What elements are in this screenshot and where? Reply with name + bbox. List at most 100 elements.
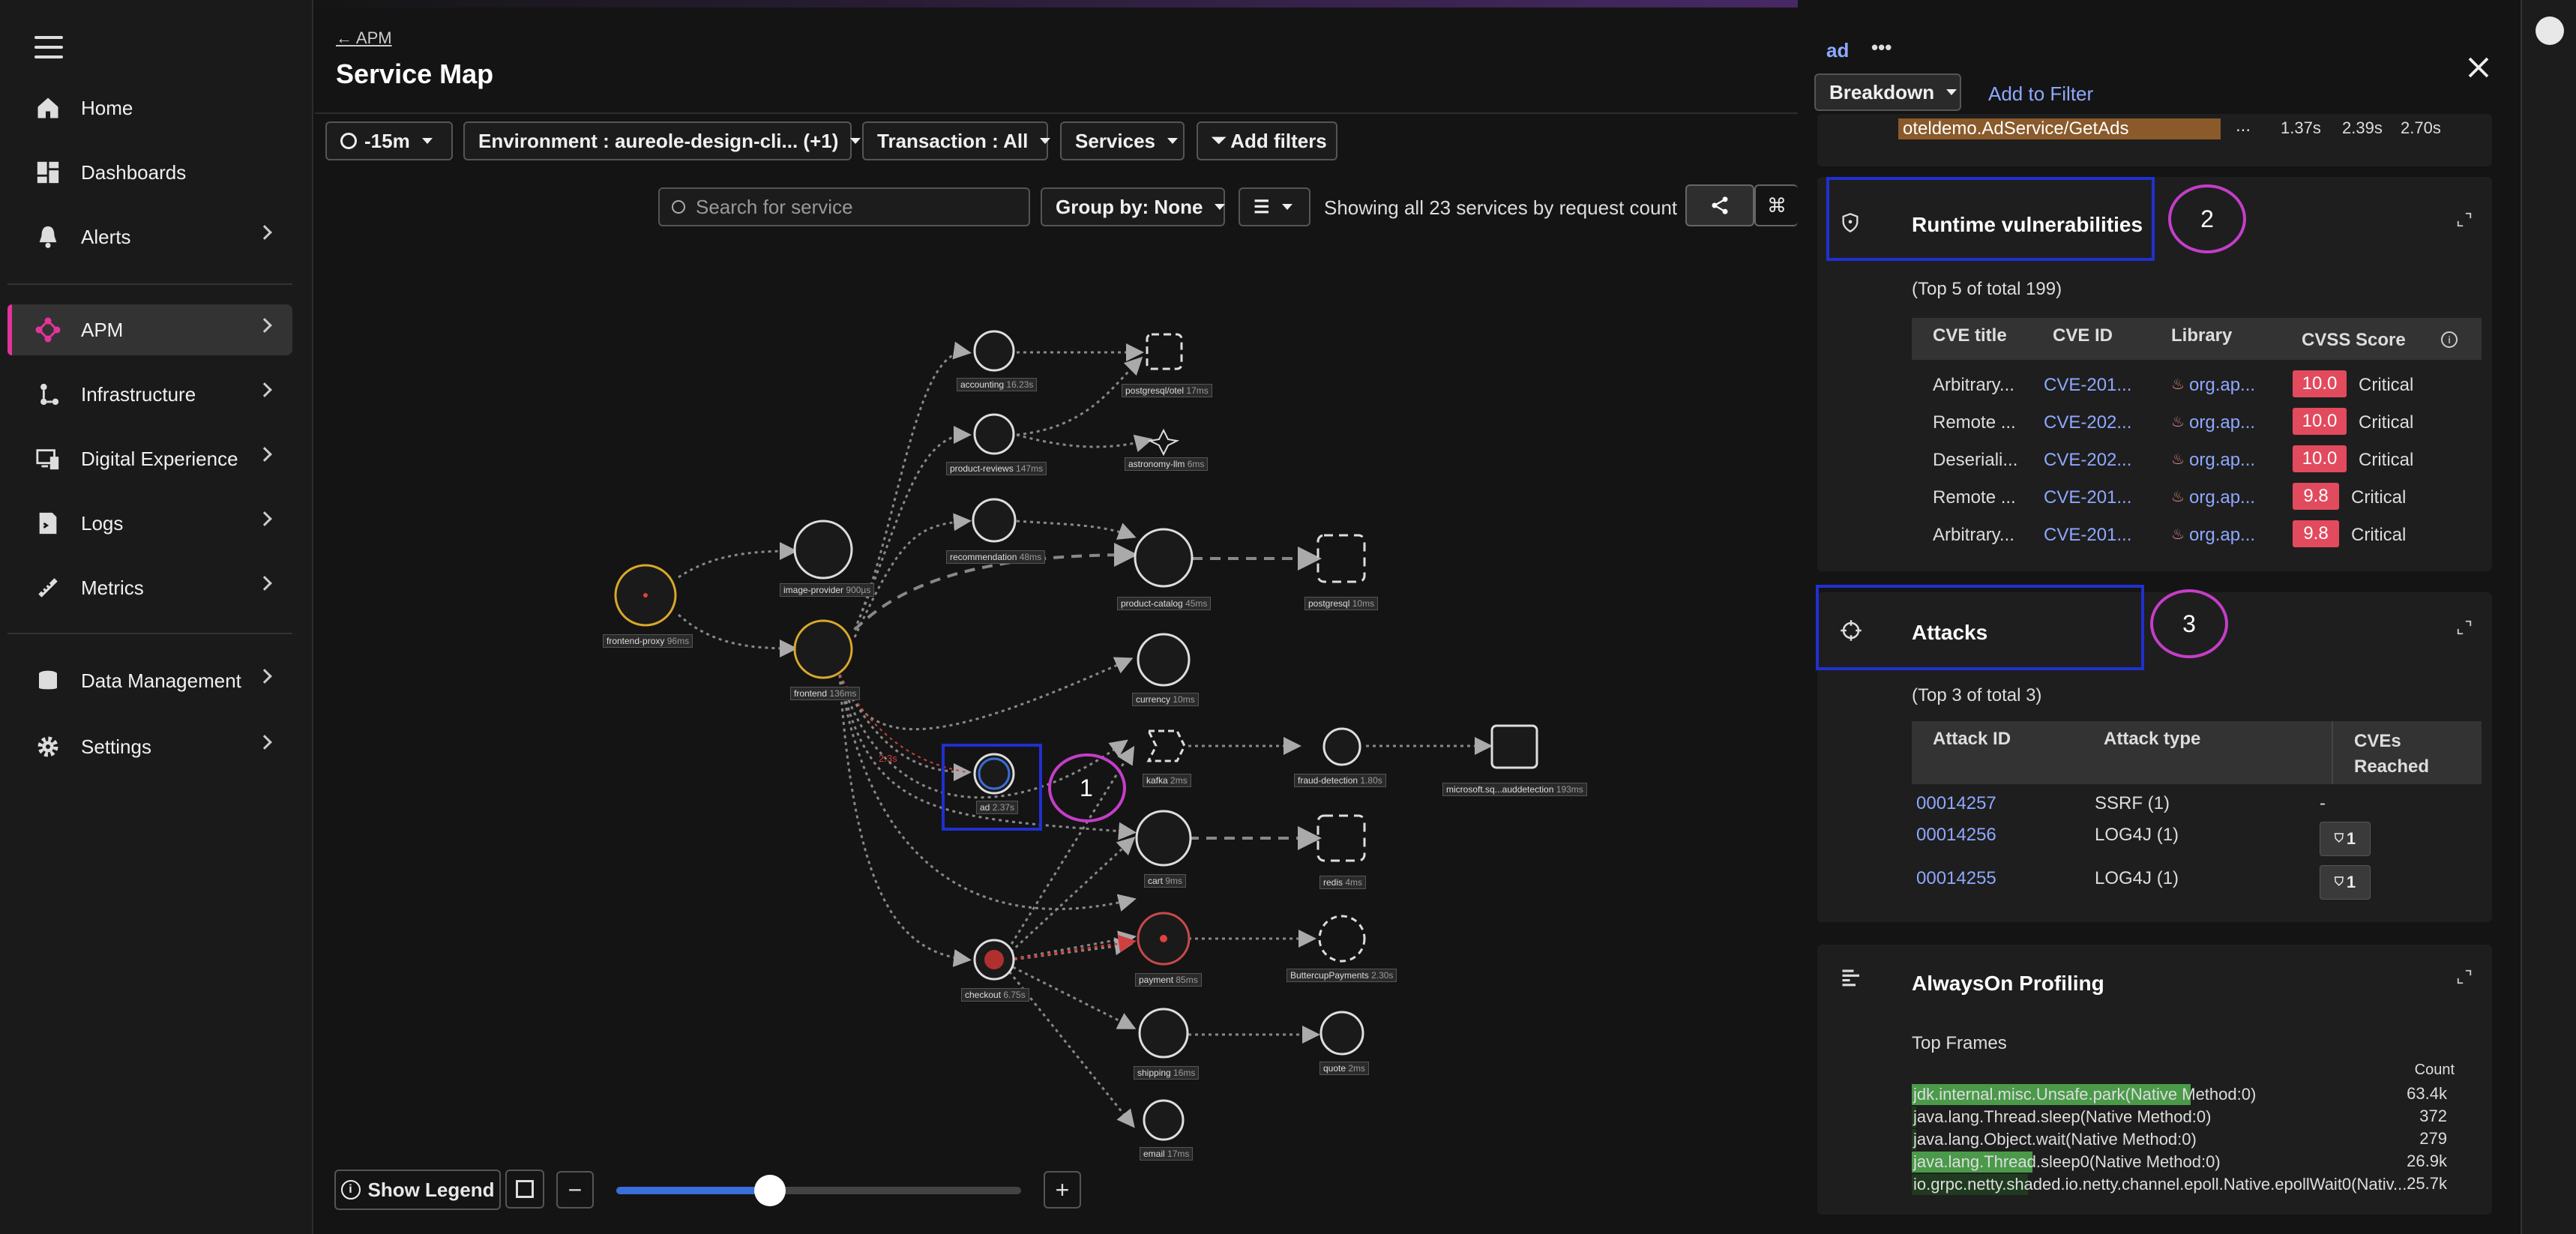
hamburger-menu-icon[interactable] [34,36,63,58]
service-map-canvas[interactable]: 2.3s 1 [315,172,1799,1234]
frame-row[interactable]: java.lang.Thread.sleep0(Native Method:0)… [1817,1152,2492,1173]
attacks-subtitle: (Top 3 of total 3) [1912,685,2042,705]
node-product-reviews[interactable] [973,413,1015,455]
fit-to-screen-button[interactable] [505,1170,544,1209]
nav-item-infrastructure[interactable]: Infrastructure [7,369,292,420]
close-icon[interactable] [2465,54,2492,81]
breakdown-dropdown[interactable]: Breakdown [1814,73,1961,111]
nav-item-home[interactable]: Home [7,82,292,133]
cve-title: Arbitrary... [1933,525,2014,545]
attacks-table-row[interactable]: 00014256 LOG4J (1) ⛉ 1 [1912,817,2482,861]
vuln-table-row[interactable]: Remote ... CVE-202... ♨ org.ap... 10.0 C… [1912,403,2482,441]
expand-icon[interactable] [2456,969,2473,985]
zoom-out-button[interactable]: − [556,1171,594,1209]
node-label: postgresql 10ms [1304,597,1379,610]
page-title: Service Map [336,58,494,89]
expand-icon[interactable] [2456,211,2473,228]
node-currency[interactable] [1137,633,1191,687]
node-label: checkout 6.75s [961,988,1029,1002]
breadcrumb[interactable]: ← APM [336,28,392,48]
frame-row[interactable]: java.lang.Thread.sleep(Native Method:0) 3… [1817,1107,2492,1128]
zoom-slider-track[interactable] [616,1187,1021,1194]
info-icon[interactable]: i [2441,331,2458,348]
cve-title: Remote ... [1933,487,2016,508]
library-link[interactable]: org.ap... [2189,525,2255,546]
flame-graph-icon [1842,969,1859,987]
logs-icon [33,508,63,538]
zoom-in-button[interactable]: + [1044,1171,1081,1209]
vuln-table-row[interactable]: Arbitrary... CVE-201... ♨ org.ap... 9.8 … [1912,516,2482,553]
node-fraud-detection[interactable] [1322,727,1361,766]
services-filter[interactable]: Services [1060,121,1185,160]
frame-row[interactable]: java.lang.Object.wait(Native Method:0) 27… [1817,1129,2492,1150]
node-quote[interactable] [1319,1011,1364,1056]
attack-id-link[interactable]: 00014257 [1916,793,1996,814]
metrics-icon [33,573,63,603]
node-astronomy-llm[interactable] [1147,428,1180,457]
cve-id-link[interactable]: CVE-202... [2044,450,2131,471]
panel-service-name[interactable]: ad [1826,39,1849,62]
frame-row[interactable]: jdk.internal.misc.Unsafe.park(Native Met… [1817,1084,2492,1105]
nav-item-digital-experience[interactable]: Digital Experience [7,433,292,484]
cve-id-link[interactable]: CVE-201... [2044,525,2131,546]
node-recommendation[interactable] [972,498,1017,543]
time-range-dropdown[interactable]: -15m [325,121,453,160]
attack-id-link[interactable]: 00014256 [1916,825,1996,846]
operation-name[interactable]: oteldemo.AdService/GetAds [1903,118,2129,139]
node-image-provider[interactable] [793,520,853,580]
library-link[interactable]: org.ap... [2189,375,2255,396]
node-redis[interactable] [1316,814,1366,862]
cve-id-link[interactable]: CVE-201... [2044,375,2131,396]
add-filters-button[interactable]: ⏷ Add filters [1197,121,1337,160]
expand-icon[interactable] [2456,619,2473,636]
nav-item-data-management[interactable]: Data Management [7,655,292,706]
nav-item-alerts[interactable]: Alerts [7,211,292,262]
node-cart[interactable] [1135,810,1192,867]
add-to-filter-link[interactable]: Add to Filter [1988,82,2093,106]
library-link[interactable]: org.ap... [2189,450,2255,471]
node-accounting[interactable] [973,330,1015,372]
nav-item-settings[interactable]: Settings [7,721,292,772]
cvss-score-badge: 9.8 [2293,483,2339,510]
node-email[interactable] [1143,1099,1185,1141]
cve-id-link[interactable]: CVE-202... [2044,412,2131,433]
node-product-catalog[interactable] [1134,528,1194,588]
attacks-table-row[interactable]: 00014257 SSRF (1) - [1912,786,2482,819]
vuln-table-row[interactable]: Remote ... CVE-201... ♨ org.ap... 9.8 Cr… [1912,478,2482,516]
transaction-filter[interactable]: Transaction : All [862,121,1051,160]
frame-row[interactable]: io.grpc.netty.shaded.io.netty.channel.ep… [1817,1174,2492,1195]
vuln-table-row[interactable]: Deseriali... CVE-202... ♨ org.ap... 10.0… [1912,441,2482,478]
node-kafka[interactable] [1146,729,1186,762]
attacks-table-row[interactable]: 00014255 LOG4J (1) ⛉ 1 [1912,861,2482,904]
clock-icon [340,133,357,149]
node-label: frontend-proxy 96ms [603,634,693,648]
severity-label: Critical [2351,525,2407,545]
node-label: email 17ms [1140,1147,1194,1161]
cves-reached-badge[interactable]: ⛉ 1 [2320,865,2371,900]
nav-item-dashboards[interactable]: Dashboards [7,147,292,198]
nav-label: Digital Experience [81,447,238,470]
attack-id-link[interactable]: 00014255 [1916,868,1996,889]
node-microsoft-sql[interactable] [1490,724,1538,769]
environment-filter[interactable]: Environment : aureole-design-cli... (+1) [463,121,861,160]
cve-id-link[interactable]: CVE-201... [2044,487,2131,508]
node-buttercup-payments[interactable] [1318,915,1366,963]
nav-item-metrics[interactable]: Metrics [7,562,292,613]
node-shipping[interactable] [1138,1008,1189,1059]
cves-reached-badge[interactable]: ⛉ 1 [2320,822,2371,856]
library-link[interactable]: org.ap... [2189,412,2255,433]
more-options-icon[interactable]: ••• [1871,36,1892,59]
zoom-slider-handle[interactable] [754,1175,786,1206]
node-ad[interactable] [973,753,1015,795]
node-postgresql-otel[interactable] [1146,333,1183,370]
node-postgresql[interactable] [1316,534,1366,583]
frame-name: jdk.internal.misc.Unsafe.park(Native Met… [1913,1085,2257,1104]
nav-item-logs[interactable]: Logs [7,498,292,549]
assistant-icon[interactable] [2536,16,2564,45]
chevron-right-icon [257,735,272,750]
library-link[interactable]: org.ap... [2189,487,2255,508]
show-legend-button[interactable]: i Show Legend [334,1170,501,1210]
nav-item-apm[interactable]: APM [7,304,292,355]
node-frontend[interactable] [793,619,853,679]
vuln-table-row[interactable]: Arbitrary... CVE-201... ♨ org.ap... 10.0… [1912,366,2482,403]
